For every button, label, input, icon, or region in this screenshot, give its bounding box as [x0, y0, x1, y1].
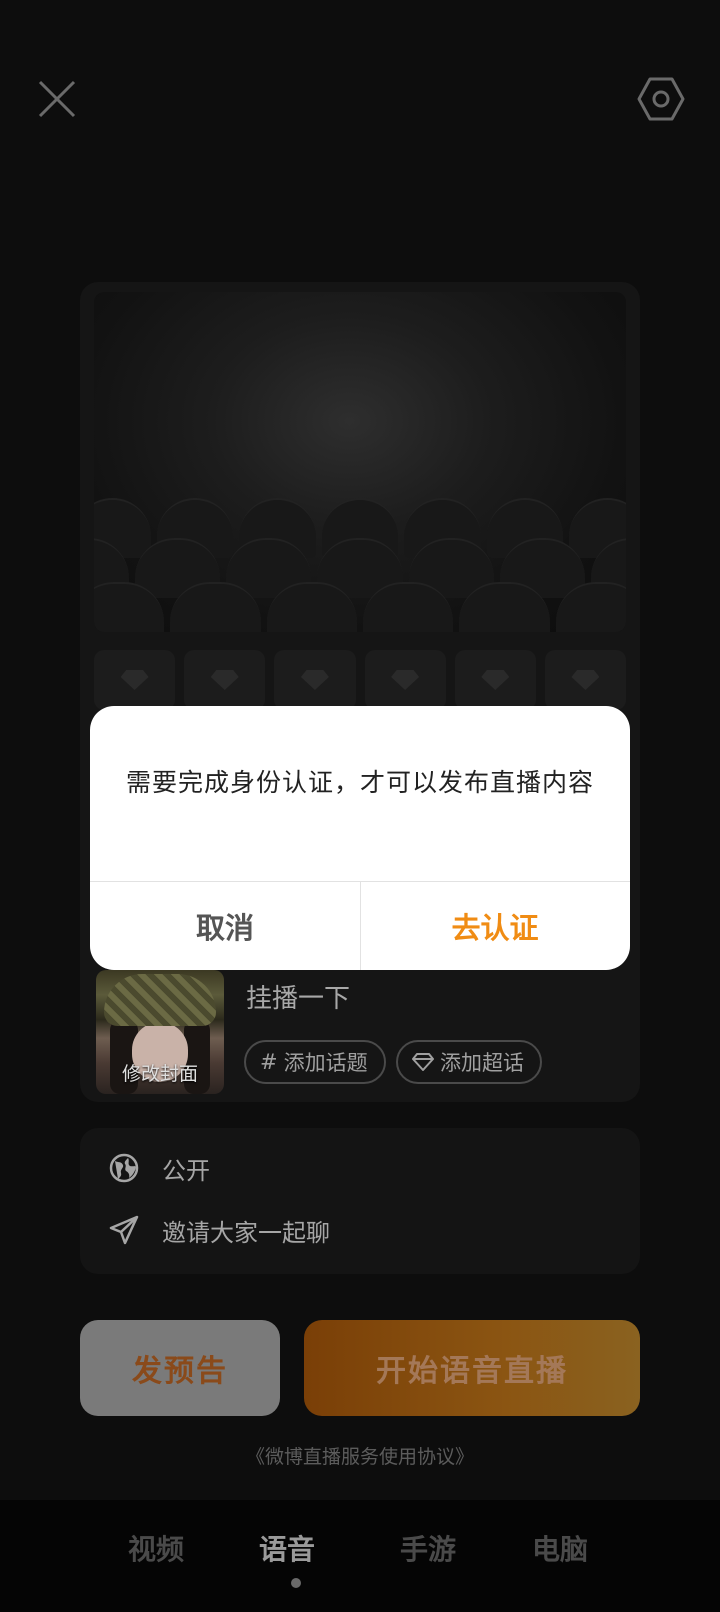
- background-thumbnail-strip: [94, 650, 627, 710]
- background-thumbnail[interactable]: [184, 650, 266, 710]
- visibility-setting[interactable]: 公开: [108, 1148, 210, 1188]
- gem-icon: [120, 670, 149, 690]
- background-thumbnail[interactable]: [364, 650, 446, 710]
- tab-video[interactable]: 视频: [128, 1528, 184, 1568]
- dialog-message: 需要完成身份认证，才可以发布直播内容: [125, 768, 594, 797]
- tab-voice[interactable]: 语音: [259, 1528, 315, 1568]
- diamond-icon: [412, 1053, 434, 1071]
- background-thumbnail[interactable]: [544, 650, 627, 710]
- close-icon: [38, 80, 76, 118]
- tab-computer[interactable]: 电脑: [532, 1528, 588, 1568]
- background-thumbnail[interactable]: [274, 650, 356, 710]
- visibility-label: 公开: [162, 1156, 210, 1185]
- gem-icon: [210, 670, 239, 690]
- paper-plane-icon: [109, 1215, 139, 1245]
- settings-hexagon-icon: [637, 77, 685, 121]
- globe-icon: [109, 1153, 139, 1183]
- start-voice-live-button[interactable]: 开始语音直播: [304, 1320, 640, 1416]
- cover-preview-image[interactable]: [94, 292, 626, 632]
- background-thumbnail[interactable]: [454, 650, 536, 710]
- cover-avatar[interactable]: 修改封面: [96, 970, 224, 1094]
- service-agreement-link[interactable]: 《微博直播服务使用协议》: [0, 1442, 720, 1469]
- verification-dialog: 需要完成身份认证，才可以发布直播内容 取消 去认证: [90, 706, 630, 970]
- hash-icon: #: [260, 1050, 278, 1074]
- settings-button[interactable]: [636, 74, 686, 124]
- background-thumbnail[interactable]: [94, 650, 176, 710]
- room-title[interactable]: 挂播一下: [246, 978, 350, 1015]
- gem-icon: [571, 670, 600, 690]
- gem-icon: [300, 670, 329, 690]
- gem-icon: [481, 670, 510, 690]
- close-button[interactable]: [36, 78, 78, 120]
- invite-setting[interactable]: 邀请大家一起聊: [108, 1210, 330, 1250]
- add-topic-button[interactable]: # 添加话题: [244, 1040, 386, 1084]
- dialog-verify-button[interactable]: 去认证: [360, 882, 630, 970]
- edit-cover-label: 修改封面: [121, 1063, 198, 1085]
- invite-label: 邀请大家一起聊: [162, 1218, 330, 1247]
- add-super-topic-label: 添加超话: [440, 1051, 524, 1075]
- active-tab-indicator: [291, 1578, 301, 1588]
- mode-tab-bar: [0, 1500, 720, 1612]
- add-super-topic-button[interactable]: 添加超话: [396, 1040, 542, 1084]
- tab-mobile-game[interactable]: 手游: [400, 1528, 456, 1568]
- dialog-cancel-button[interactable]: 取消: [90, 882, 360, 970]
- gem-icon: [391, 670, 420, 690]
- announce-preview-button[interactable]: 发预告: [80, 1320, 280, 1416]
- add-topic-label: 添加话题: [283, 1051, 368, 1075]
